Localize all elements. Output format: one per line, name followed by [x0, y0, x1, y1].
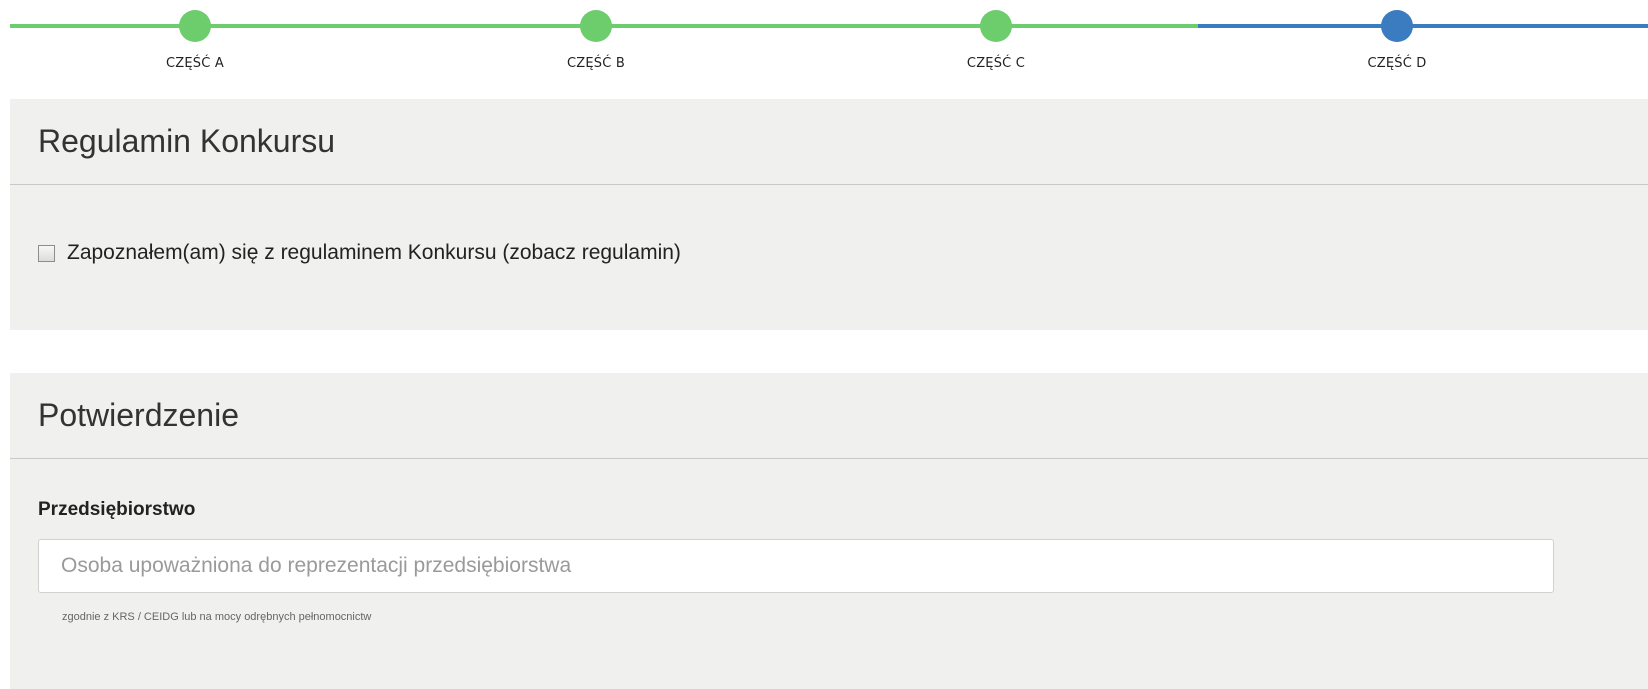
step-d-label: CZĘŚĆ D [1367, 56, 1427, 71]
step-a-label: CZĘŚĆ A [166, 56, 224, 71]
regulamin-panel: Regulamin Konkursu Zapoznałem(am) się z … [10, 99, 1648, 330]
step-a-dot-icon [179, 10, 211, 42]
potwierdzenie-panel: Potwierdzenie Przedsiębiorstwo zgodnie z… [10, 373, 1648, 689]
regulamin-checkbox-row[interactable]: Zapoznałem(am) się z regulaminem Konkurs… [38, 241, 681, 265]
przedsiebiorstwo-label: Przedsiębiorstwo [38, 499, 196, 520]
step-czesc-b[interactable]: CZĘŚĆ B [536, 10, 656, 71]
step-czesc-c[interactable]: CZĘŚĆ C [936, 10, 1056, 71]
step-czesc-a[interactable]: CZĘŚĆ A [135, 10, 255, 71]
representative-input[interactable] [38, 539, 1554, 593]
regulamin-title: Regulamin Konkursu [10, 99, 1648, 185]
step-c-label: CZĘŚĆ C [966, 56, 1026, 71]
representative-help-text: zgodnie z KRS / CEIDG lub na mocy odrębn… [62, 611, 372, 623]
step-c-dot-icon [980, 10, 1012, 42]
regulamin-checkbox[interactable] [38, 244, 55, 262]
step-d-dot-icon [1381, 10, 1413, 42]
potwierdzenie-title: Potwierdzenie [10, 373, 1648, 459]
step-czesc-d[interactable]: CZĘŚĆ D [1337, 10, 1457, 71]
progress-stepper: CZĘŚĆ A CZĘŚĆ B CZĘŚĆ C CZĘŚĆ D [0, 0, 1648, 98]
step-b-dot-icon [580, 10, 612, 42]
step-b-label: CZĘŚĆ B [567, 56, 625, 71]
regulamin-checkbox-label[interactable]: Zapoznałem(am) się z regulaminem Konkurs… [67, 241, 681, 265]
